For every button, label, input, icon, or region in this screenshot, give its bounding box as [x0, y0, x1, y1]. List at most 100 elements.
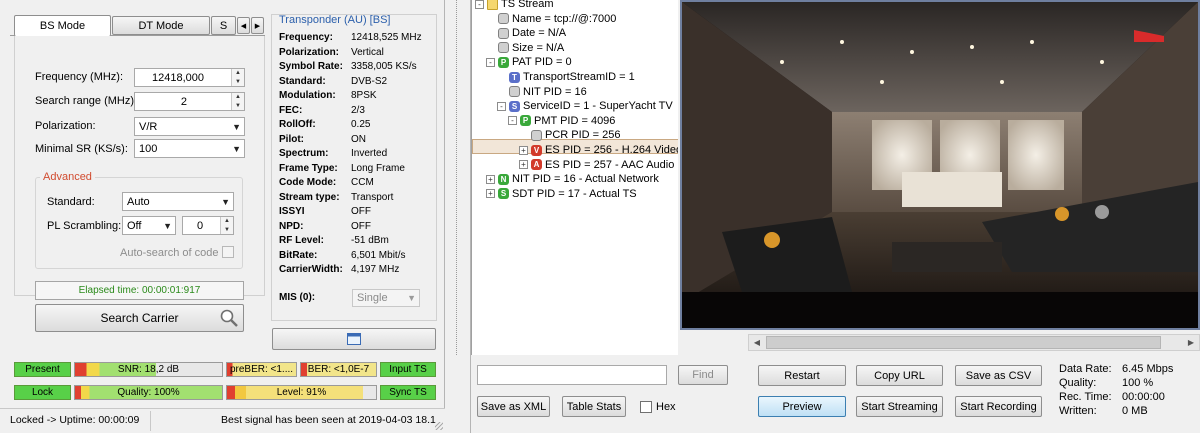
- find-button[interactable]: Find: [678, 365, 728, 385]
- folder-node-icon: [487, 0, 498, 10]
- frequency-input[interactable]: 12418,000 ▲ ▼: [134, 68, 245, 87]
- chevron-down-icon: ▼: [232, 143, 241, 154]
- tree-node[interactable]: Size = N/A: [486, 41, 564, 55]
- search-range-spinner[interactable]: ▲ ▼: [231, 93, 244, 110]
- tree-node-label: TransportStreamID = 1: [523, 71, 635, 83]
- chevron-down-icon: ▼: [407, 293, 416, 303]
- tree-node-label: Size = N/A: [512, 41, 565, 54]
- preview-button[interactable]: Preview: [758, 396, 846, 417]
- spectrum-button[interactable]: [272, 328, 436, 350]
- ts-tree[interactable]: - TS Stream Name = tcp://@:7000 Date = N/A S…: [471, 0, 678, 355]
- tab-scroll-left-icon[interactable]: ◀: [237, 17, 250, 34]
- stat-value: 00:00:00: [1122, 391, 1165, 403]
- transponder-value: 12418,525 MHz: [351, 32, 422, 43]
- tree-node[interactable]: - P PMT PID = 4096: [508, 114, 615, 128]
- pl-scrambling-label: PL Scrambling:: [47, 220, 122, 232]
- mis-select[interactable]: Single ▼: [352, 289, 420, 307]
- restart-button[interactable]: Restart: [758, 365, 846, 386]
- transponder-value: OFF: [351, 206, 371, 217]
- present-indicator: Present: [14, 362, 71, 377]
- collapse-icon[interactable]: -: [508, 116, 517, 126]
- transponder-value: DVB-S2: [351, 75, 388, 87]
- pl-code-input[interactable]: 0 ▲ ▼: [182, 216, 234, 235]
- tree-node[interactable]: + S SDT PID = 17 - Actual TS: [486, 187, 637, 201]
- scroll-right-icon[interactable]: ▶: [1183, 335, 1199, 350]
- pl-code-spinner[interactable]: ▲ ▼: [220, 217, 233, 234]
- polarization-select[interactable]: V/R ▼: [134, 117, 245, 136]
- transponder-row: Modulation: 8PSK: [279, 90, 377, 101]
- tab-dt-mode[interactable]: DT Mode: [112, 16, 210, 35]
- expand-icon[interactable]: +: [486, 189, 495, 199]
- pl-scrambling-select[interactable]: Off ▼: [122, 216, 176, 235]
- ber-meter: BER: <1,0E-7: [300, 362, 377, 377]
- elapsed-time: Elapsed time: 00:00:01:917: [78, 285, 201, 296]
- scroll-left-icon[interactable]: ◀: [749, 335, 765, 350]
- tab-bs-mode[interactable]: BS Mode: [14, 15, 111, 36]
- red-node-icon: V: [531, 144, 542, 156]
- search-range-label: Search range (MHz):: [35, 95, 138, 107]
- panel-splitter[interactable]: [446, 0, 471, 433]
- blue-node-icon: T: [509, 71, 520, 83]
- standard-select[interactable]: Auto ▼: [122, 192, 234, 211]
- tree-node[interactable]: - S ServiceID = 1 - SuperYacht TV: [497, 99, 673, 113]
- tree-node[interactable]: + V ES PID = 256 - H.264 Video: [519, 143, 678, 157]
- save-csv-button[interactable]: Save as CSV: [955, 365, 1042, 386]
- tree-node[interactable]: - P PAT PID = 0: [486, 55, 572, 69]
- transponder-key: RollOff:: [279, 119, 316, 130]
- start-recording-button[interactable]: Start Recording: [955, 396, 1042, 417]
- tree-node[interactable]: - TS Stream: [475, 0, 554, 11]
- stat-label: Data Rate:: [1059, 363, 1112, 375]
- expand-icon[interactable]: +: [486, 174, 495, 184]
- collapse-icon[interactable]: -: [497, 101, 506, 111]
- transponder-key: Spectrum:: [279, 148, 329, 159]
- scroll-thumb[interactable]: [766, 336, 1161, 349]
- transponder-key: Stream type:: [279, 191, 340, 203]
- level-text: Level: 91%: [276, 387, 327, 398]
- mis-value: Single: [357, 292, 388, 304]
- start-streaming-button[interactable]: Start Streaming: [856, 396, 943, 417]
- table-stats-button[interactable]: Table Stats: [562, 396, 626, 417]
- search-range-input[interactable]: 2 ▲ ▼: [134, 92, 245, 111]
- transponder-row: CarrierWidth: 4,197 MHz: [279, 264, 399, 275]
- hex-checkbox[interactable]: [640, 401, 652, 413]
- tree-node-label: TS Stream: [501, 0, 554, 10]
- tree-node[interactable]: + A ES PID = 257 - AAC Audio: [519, 158, 674, 172]
- search-carrier-button[interactable]: Search Carrier: [35, 304, 244, 332]
- collapse-icon[interactable]: -: [486, 57, 495, 67]
- tree-node-label: ES PID = 257 - AAC Audio: [545, 158, 675, 171]
- transponder-row: FEC: 2/3: [279, 105, 365, 116]
- transponder-row: Stream type: Transport: [279, 192, 393, 203]
- green-node-icon: N: [498, 173, 509, 185]
- transponder-value: 6,501 Mbit/s: [351, 249, 406, 261]
- tree-node[interactable]: PCR PID = 256: [519, 128, 621, 142]
- tree-node-label: PAT PID = 0: [512, 56, 572, 69]
- stat-label: Quality:: [1059, 377, 1097, 389]
- transponder-key: Modulation:: [279, 90, 336, 101]
- tab-third[interactable]: S: [211, 16, 236, 35]
- expand-icon[interactable]: +: [519, 145, 528, 155]
- tab-scroll-right-icon[interactable]: ▶: [251, 17, 264, 34]
- save-xml-button[interactable]: Save as XML: [477, 396, 550, 417]
- frequency-spinner[interactable]: ▲ ▼: [231, 69, 244, 86]
- tree-node[interactable]: NIT PID = 16: [497, 85, 587, 99]
- resize-grip-icon[interactable]: [435, 422, 443, 430]
- tree-node[interactable]: Name = tcp://@:7000: [486, 12, 616, 26]
- expand-icon[interactable]: +: [519, 160, 528, 170]
- gray-node-icon: [498, 27, 509, 39]
- copy-url-button[interactable]: Copy URL: [856, 365, 943, 386]
- search-range-value: 2: [180, 95, 187, 108]
- splitter-grip: [456, 0, 458, 355]
- lock-indicator: Lock: [14, 385, 71, 400]
- preber-text: preBER: <1....: [229, 364, 294, 375]
- tree-search-input[interactable]: [477, 365, 667, 385]
- pl-scrambling-value: Off: [127, 219, 142, 232]
- gray-node-icon: [498, 13, 509, 25]
- tree-node[interactable]: T TransportStreamID = 1: [497, 70, 635, 84]
- tree-node[interactable]: Date = N/A: [486, 26, 566, 40]
- tree-node[interactable]: + N NIT PID = 16 - Actual Network: [486, 172, 659, 186]
- minimal-sr-select[interactable]: 100 ▼: [134, 139, 245, 158]
- gray-node-icon: [531, 129, 542, 141]
- horizontal-scrollbar[interactable]: ◀ ▶: [748, 334, 1200, 351]
- collapse-icon[interactable]: -: [475, 0, 484, 9]
- autosearch-checkbox[interactable]: [222, 246, 234, 258]
